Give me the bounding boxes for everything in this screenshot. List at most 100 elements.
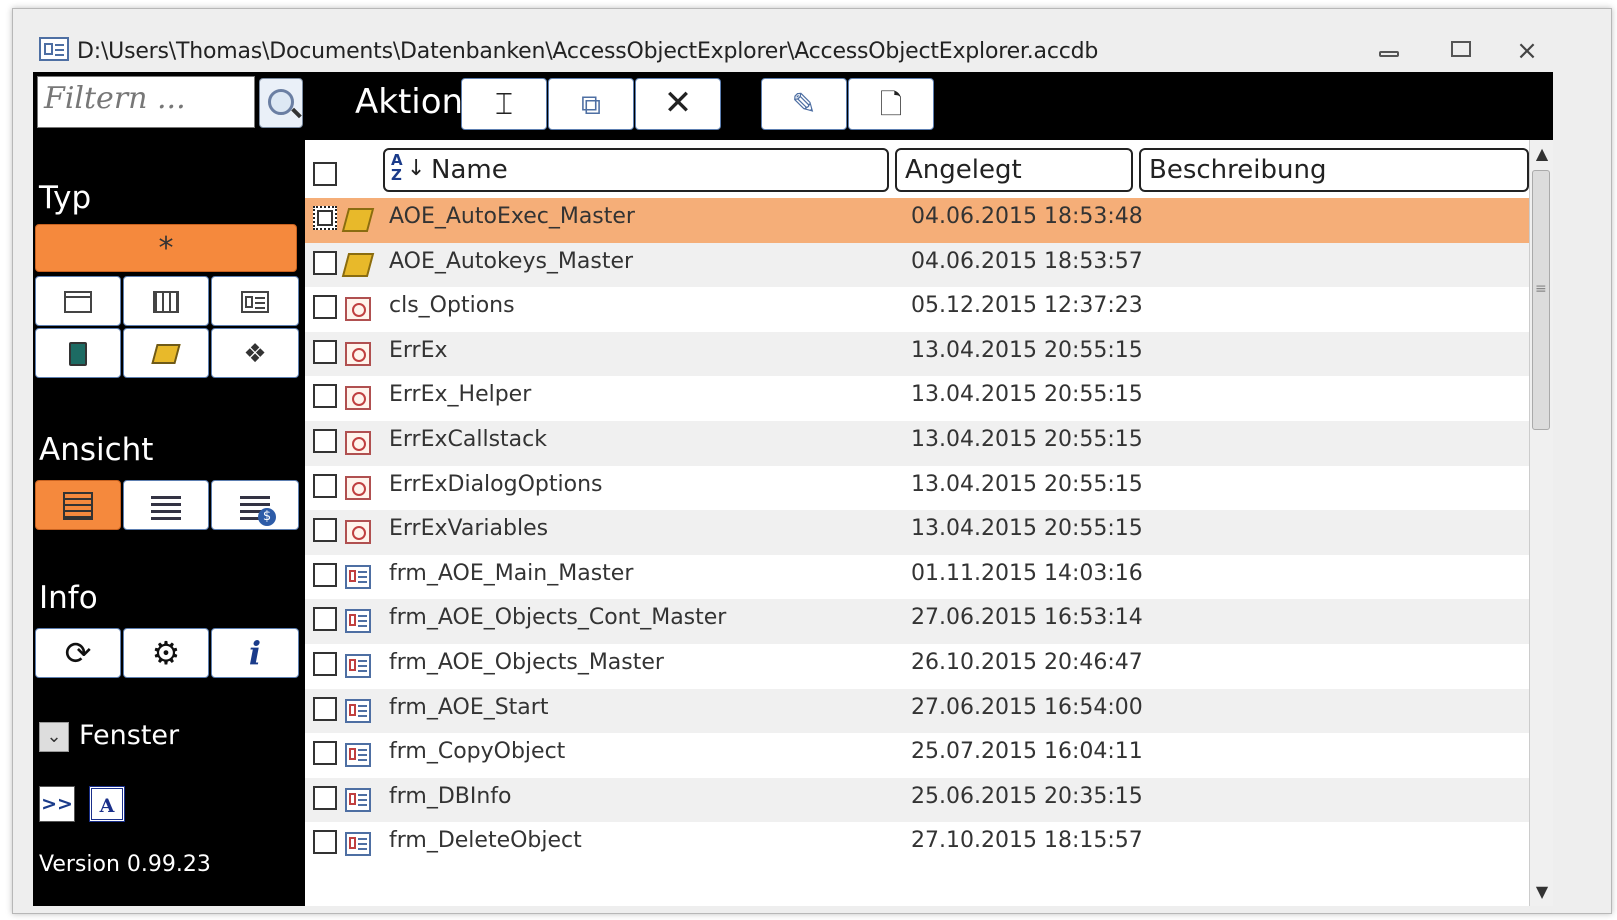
list-item[interactable]: ErrExVariables 13.04.2015 20:55:15 [305,510,1529,555]
type-table-button[interactable] [35,276,121,326]
macro-icon [341,252,375,277]
row-checkbox[interactable] [313,518,337,543]
object-name: frm_DBInfo [389,783,512,809]
row-checkbox[interactable] [313,339,337,364]
row-checkbox[interactable] [313,830,337,855]
sidebar: Filtern ... Typ * ❖ Ansicht Info ⟳ ⚙ i ⌄… [33,72,305,906]
column-header-angelegt[interactable]: Angelegt [895,148,1133,192]
list-item[interactable]: AOE_Autokeys_Master 04.06.2015 18:53:57 [305,242,1529,288]
row-checkbox[interactable] [313,785,337,810]
created-date: 04.06.2015 18:53:57 [911,248,1143,274]
refresh-button[interactable]: ⟳ [35,628,121,678]
object-name: AOE_AutoExec_Master [389,204,635,229]
minimize-button[interactable] [1365,37,1413,65]
row-checkbox[interactable] [313,384,337,409]
type-report-button[interactable] [35,328,121,378]
form-icon [345,698,371,723]
object-name: AOE_Autokeys_Master [389,248,634,274]
row-checkbox[interactable] [313,651,337,676]
module-icon [345,386,371,411]
close-button[interactable]: ⨯ [1503,37,1551,65]
typ-label: Typ [39,180,92,216]
chevron-down-icon: ⌄ [46,726,62,747]
list-item[interactable]: ErrEx_Helper 13.04.2015 20:55:15 [305,376,1529,421]
row-checkbox[interactable] [313,562,337,587]
list-item[interactable]: frm_CopyObject 25.07.2015 16:04:11 [305,733,1529,778]
delete-button[interactable]: ✕ [635,78,721,130]
form-icon [345,743,371,768]
row-checkbox[interactable] [313,206,337,230]
design-icon: ✎ [791,87,817,122]
view-details-button[interactable] [211,480,299,530]
vertical-scrollbar[interactable]: ▲ ▼ [1529,140,1553,906]
type-all-button[interactable]: * [35,224,297,272]
created-date: 25.06.2015 20:35:15 [911,783,1143,809]
list-item[interactable]: AOE_AutoExec_Master 04.06.2015 18:53:48 [305,198,1529,243]
list-item[interactable]: frm_AOE_Start 27.06.2015 16:54:00 [305,688,1529,734]
copy-button[interactable]: ⧉ [548,78,634,130]
row-checkbox[interactable] [313,696,337,721]
design-button[interactable]: ✎ [761,78,847,130]
list-item[interactable]: cls_Options 05.12.2015 12:37:23 [305,287,1529,332]
list-item[interactable]: frm_AOE_Main_Master 01.11.2015 14:03:16 [305,554,1529,600]
list-item[interactable]: frm_AOE_Objects_Master 26.10.2015 20:46:4… [305,643,1529,689]
maximize-button[interactable] [1437,37,1485,65]
list-item[interactable]: ErrExCallstack 13.04.2015 20:55:15 [305,420,1529,466]
scroll-down-icon[interactable]: ▼ [1532,882,1552,902]
row-checkbox[interactable] [313,607,337,632]
copy-icon: ⧉ [581,88,601,121]
fenster-toggle[interactable]: ⌄ [39,722,69,752]
created-date: 13.04.2015 20:55:15 [911,516,1143,542]
view-datasheet-button[interactable] [35,480,121,530]
list-item[interactable]: ErrEx 13.04.2015 20:55:15 [305,331,1529,377]
row-checkbox[interactable] [313,741,337,766]
form-icon [241,291,269,313]
module-icon [345,297,371,322]
list-item[interactable]: ErrExDialogOptions 13.04.2015 20:55:15 [305,465,1529,511]
column-header-name[interactable]: A Z ↓ Name [383,148,889,192]
details-view-icon [240,492,276,526]
ansicht-label: Ansicht [39,432,154,468]
select-all-checkbox[interactable] [313,162,337,186]
form-icon [39,37,69,61]
new-object-button[interactable]: 🗋 [848,78,934,130]
filter-input[interactable]: Filtern ... [37,76,255,128]
type-macro-button[interactable] [123,328,209,378]
expand-button[interactable]: >> [39,786,75,822]
view-list-button[interactable] [123,480,209,530]
created-date: 25.07.2015 16:04:11 [911,739,1143,765]
row-checkbox[interactable] [313,428,337,453]
object-name: cls_Options [389,293,515,319]
type-query-button[interactable] [123,276,209,326]
list-header: A Z ↓ Name Angelegt Beschreibung [305,140,1529,196]
form-icon [345,653,371,678]
object-name: ErrEx [389,337,448,363]
module-icon [345,430,371,455]
row-checkbox[interactable] [313,250,337,275]
scroll-thumb[interactable] [1532,170,1550,430]
type-form-button[interactable] [211,276,299,326]
info-label: Info [39,580,98,616]
access-button[interactable]: A [89,786,125,822]
created-date: 13.04.2015 20:55:15 [911,382,1143,408]
info-button[interactable]: i [211,628,299,678]
object-list: A Z ↓ Name Angelegt Beschreibung AOE_AutoE… [305,140,1529,906]
column-beschreibung-label: Beschreibung [1149,155,1327,185]
object-name: frm_DeleteObject [389,828,582,854]
type-module-button[interactable]: ❖ [211,328,299,378]
list-item[interactable]: frm_AOE_Objects_Cont_Master 27.06.2015 16… [305,599,1529,644]
row-checkbox[interactable] [313,295,337,320]
settings-button[interactable]: ⚙ [123,628,209,678]
version-label: Version 0.99.23 [39,852,211,877]
scroll-up-icon[interactable]: ▲ [1532,144,1552,164]
new-object-icon: 🗋 [879,88,903,121]
list-item[interactable]: frm_DBInfo 25.06.2015 20:35:15 [305,777,1529,823]
rename-button[interactable]: ⌶ [461,78,547,130]
filter-search-button[interactable] [259,78,303,128]
asterisk-label: * [158,231,174,266]
list-item[interactable]: frm_DeleteObject 27.10.2015 18:15:57 [305,822,1529,867]
row-checkbox[interactable] [313,473,337,498]
created-date: 27.10.2015 18:15:57 [911,828,1143,854]
created-date: 13.04.2015 20:55:15 [911,426,1143,452]
column-header-beschreibung[interactable]: Beschreibung [1139,148,1529,192]
